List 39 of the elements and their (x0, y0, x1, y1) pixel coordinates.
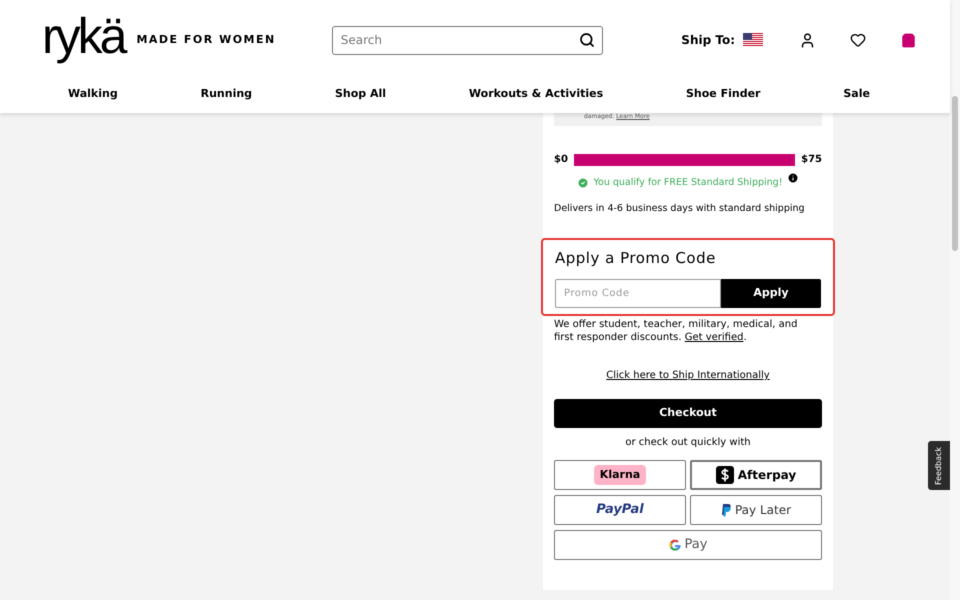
info-icon[interactable] (786, 172, 799, 184)
search-icon[interactable] (578, 32, 595, 48)
ship-to-label: Ship To: (681, 32, 735, 49)
feedback-tab[interactable]: Feedback (928, 441, 950, 490)
account-icon[interactable] (799, 32, 816, 48)
wishlist-icon[interactable] (850, 32, 866, 48)
quick-checkout-text: or check out quickly with (625, 436, 751, 450)
google-pay-button[interactable]: Pay (554, 530, 822, 560)
search-field[interactable]: Search (332, 26, 603, 54)
paypal-button[interactable]: PayPal (554, 495, 686, 525)
nav-link[interactable]: Shop All (334, 86, 386, 102)
google-g-icon (668, 539, 681, 551)
nav-link[interactable]: Running (200, 86, 252, 102)
flag-icon[interactable] (743, 33, 763, 47)
dollar-icon (716, 466, 734, 484)
scrollbar-thumb[interactable] (952, 96, 958, 251)
discount-note: We offer student, teacher, military, medical, and first responder discounts. Get verified. (554, 318, 798, 344)
check-icon (577, 177, 590, 190)
brand-logo[interactable]: rykä (42, 11, 124, 69)
brand-tagline: MADE FOR WOMEN (136, 32, 276, 48)
apply-button[interactable]: Apply (721, 279, 821, 308)
ship-internationally-link[interactable]: Click here to Ship Internationally (606, 368, 770, 383)
get-verified-link[interactable]: Get verified (684, 332, 744, 343)
nav-link[interactable]: Workouts & Activities (468, 86, 604, 102)
delivery-text: Delivers in 4-6 business days with standard shipping (554, 202, 806, 216)
promo-title: Apply a Promo Code (555, 248, 717, 268)
nav-link[interactable]: Shoe Finder (686, 86, 760, 102)
pay-later-button[interactable]: Pay Later (690, 495, 822, 525)
nav-link[interactable]: Sale (843, 86, 870, 102)
paypal-icon (720, 504, 731, 516)
nav-link[interactable]: Walking (68, 86, 118, 102)
max-amount: $75 (801, 153, 822, 167)
promo-code-field[interactable]: Promo Code (555, 279, 721, 308)
afterpay-button[interactable]: Afterpay (690, 460, 822, 490)
min-amount: $0 (554, 153, 568, 167)
cart-icon[interactable] (901, 32, 916, 48)
checkout-button[interactable]: Checkout (554, 399, 822, 428)
klarna-button[interactable]: Klarna (554, 460, 686, 490)
qualify-message: You qualify for FREE Standard Shipping! (593, 176, 783, 190)
